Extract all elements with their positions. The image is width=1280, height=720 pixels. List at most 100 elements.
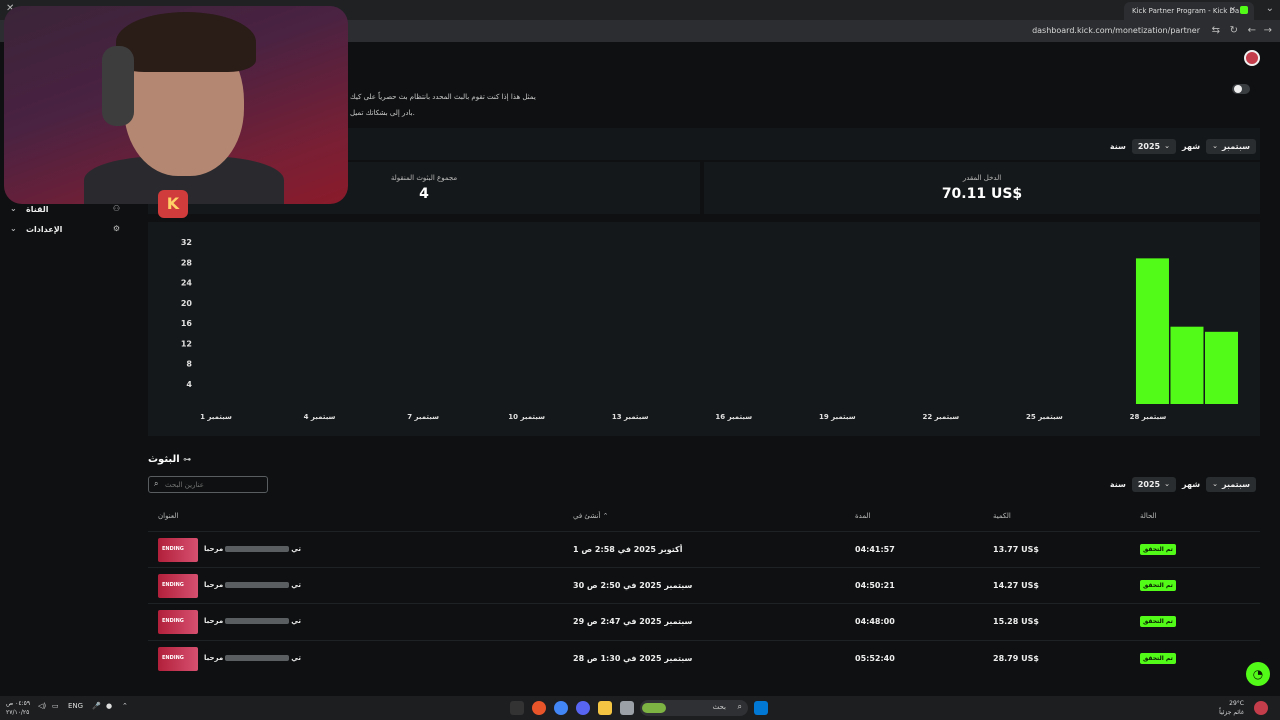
video-thumbnail[interactable]: ENDING: [158, 647, 198, 671]
chevron-down-icon: ⌄: [1212, 142, 1218, 150]
column-header-status[interactable]: الحالة: [1140, 512, 1157, 520]
sidebar-item-channel[interactable]: ⌄ القناة ⚇: [10, 204, 120, 218]
kick-logo-icon: K: [158, 190, 188, 218]
taskbar-clock[interactable]: ٠٤:٥٩ ص ٢٧/١٠/٢٥: [6, 699, 30, 717]
column-header-amount[interactable]: الكمية: [993, 512, 1011, 520]
year-select[interactable]: 2025 ⌄: [1131, 138, 1176, 154]
x-tick-label: سبتمبر 13: [612, 413, 649, 421]
y-tick-label: 32: [181, 238, 192, 247]
app-obs-icon[interactable]: [510, 701, 524, 715]
redacted-text: [225, 546, 290, 552]
chart-bar[interactable]: [1170, 326, 1204, 404]
notice-line-2: بادر إلى بشكاتك تميل.: [350, 109, 415, 117]
thumbnail-text: ENDING: [162, 618, 184, 624]
app-firefox-icon[interactable]: [532, 701, 546, 715]
title-end: تي: [291, 545, 301, 553]
thumbnail-text: ENDING: [162, 546, 184, 552]
sidebar-item-settings[interactable]: ⌄ الإعدادات ⚙: [10, 224, 120, 238]
file-explorer-icon[interactable]: [598, 701, 612, 715]
sidebar-item-label: الإعدادات: [26, 225, 63, 234]
month-value: سبتمبر: [1221, 141, 1250, 151]
x-tick-label: سبتمبر 4: [304, 413, 336, 421]
exclusive-toggle[interactable]: [1232, 84, 1250, 94]
table-row[interactable]: ENDING تيمرحبا سبتمبر 2025 في 2:50 ص 30 …: [148, 567, 1260, 603]
reload-icon[interactable]: ↻: [1230, 25, 1238, 36]
video-thumbnail[interactable]: ENDING: [158, 538, 198, 562]
column-header-published[interactable]: أنشئ في ⌃: [573, 512, 609, 520]
search-input[interactable]: ⌕: [148, 476, 268, 493]
network-icon[interactable]: ▭: [52, 702, 59, 710]
year-value: 2025: [1137, 141, 1161, 151]
chevron-down-icon: ⌄: [10, 204, 17, 213]
forward-icon[interactable]: →: [1264, 25, 1272, 36]
search-icon: ⌕: [737, 702, 742, 711]
webcam-hair: [116, 12, 256, 72]
video-amount: 15.28 US$: [993, 617, 1039, 626]
search-icon: ⌕: [154, 479, 159, 488]
status-badge: تم التحقق: [1140, 580, 1176, 591]
income-stat-label: الدخل المقدر: [962, 174, 1002, 182]
tray-app-icon[interactable]: ●: [106, 702, 112, 710]
y-tick-label: 20: [181, 299, 193, 308]
table-row[interactable]: ENDING تيمرحبا سبتمبر 2025 في 2:47 ص 29 …: [148, 603, 1260, 639]
month-value: سبتمبر: [1221, 479, 1250, 489]
y-tick-label: 24: [181, 279, 193, 288]
month-select[interactable]: ⌄ سبتمبر: [1206, 476, 1256, 492]
redacted-text: [225, 618, 290, 624]
column-header-duration[interactable]: المدة: [855, 512, 870, 520]
video-date: سبتمبر 2025 في 1:30 ص 28: [573, 654, 693, 663]
video-title[interactable]: تي مرحبا: [204, 581, 301, 589]
app-window-icon[interactable]: [620, 701, 634, 715]
browser-tab[interactable]: Kick Partner Program - Kick Da ✕: [1124, 2, 1254, 20]
microphone-icon[interactable]: 🎤: [92, 702, 101, 710]
videos-section-title: البثوث ⊶: [148, 454, 191, 465]
videos-title-text: البثوث: [148, 454, 180, 465]
headphones-icon: [102, 46, 134, 126]
search-field[interactable]: [165, 479, 261, 491]
video-title[interactable]: تي مرحبا: [204, 545, 301, 553]
app-chrome-icon[interactable]: [554, 701, 568, 715]
year-value: 2025: [1137, 479, 1161, 489]
site-settings-icon[interactable]: ⇆: [1212, 25, 1220, 36]
gear-icon: ⚙: [112, 224, 120, 233]
search-highlight-icon: [642, 703, 666, 713]
chart-bar[interactable]: [1135, 258, 1169, 404]
taskbar-search-placeholder: بحث: [712, 703, 726, 711]
user-avatar[interactable]: [1244, 50, 1260, 66]
chart-bar[interactable]: [1205, 331, 1238, 404]
table-row[interactable]: ENDING تيمرحبا سبتمبر 2025 في 1:30 ص 28 …: [148, 640, 1260, 676]
language-indicator[interactable]: ENG: [68, 702, 83, 710]
y-tick-label: 12: [181, 339, 192, 348]
column-header-title[interactable]: العنوان: [158, 512, 178, 520]
x-tick-label: سبتمبر 25: [1026, 413, 1063, 421]
help-chat-button[interactable]: ◔: [1246, 662, 1270, 686]
tab-menu-chevron-icon[interactable]: ⌄: [1266, 3, 1274, 14]
video-title[interactable]: تي مرحبا: [204, 654, 301, 662]
volume-icon[interactable]: ◁): [38, 702, 46, 710]
app-discord-icon[interactable]: [576, 701, 590, 715]
taskbar-search[interactable]: بحث ⌕: [640, 700, 748, 716]
video-date: أكتوبر 2025 في 2:58 ص 1: [573, 545, 683, 554]
title-start: مرحبا: [204, 617, 224, 625]
x-tick-label: سبتمبر 10: [508, 413, 545, 421]
table-row[interactable]: ENDING تي مرحبا أكتوبر 2025 في 2:58 ص 1 0…: [148, 531, 1260, 567]
tab-close-icon[interactable]: ✕: [1229, 5, 1236, 14]
month-select[interactable]: ⌄ سبتمبر: [1206, 138, 1256, 154]
column-header-published-label: أنشئ في: [573, 512, 601, 520]
video-duration: 05:52:40: [855, 654, 895, 663]
y-tick-label: 8: [186, 360, 192, 369]
video-title[interactable]: تي مرحبا: [204, 617, 301, 625]
weather-widget[interactable]: 29°C غائم جزئياً: [1219, 699, 1244, 717]
video-thumbnail[interactable]: ENDING: [158, 574, 198, 598]
video-thumbnail[interactable]: ENDING: [158, 610, 198, 634]
back-icon[interactable]: ←: [1248, 25, 1256, 36]
thumbnail-text: ENDING: [162, 582, 184, 588]
url-field[interactable]: dashboard.kick.com/monetization/partner: [1032, 26, 1200, 35]
redacted-text: [225, 655, 290, 661]
windows-start-icon[interactable]: [754, 701, 768, 715]
video-duration: 04:48:00: [855, 617, 895, 626]
y-tick-label: 28: [181, 258, 193, 267]
tray-expand-icon[interactable]: ⌃: [122, 702, 128, 710]
x-tick-label: سبتمبر 1: [200, 413, 232, 421]
year-select[interactable]: 2025 ⌄: [1131, 476, 1176, 492]
